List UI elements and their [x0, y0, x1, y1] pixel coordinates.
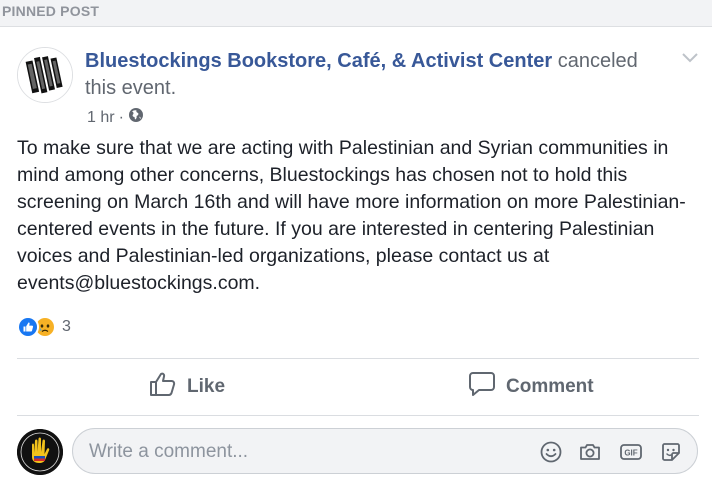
gif-icon[interactable]: GIF: [619, 440, 643, 464]
svg-text:GIF: GIF: [624, 449, 637, 458]
divider: [17, 358, 699, 359]
post-timestamp[interactable]: 1 hr: [87, 109, 115, 127]
comment-label: Comment: [506, 376, 594, 397]
post-meta: 1 hr ·: [87, 107, 144, 128]
comment-composer[interactable]: GIF: [72, 428, 698, 475]
post-card: Bluestockings Bookstore, Café, & Activis…: [0, 26, 712, 488]
bluestockings-logo: [18, 48, 72, 102]
comment-bubble-icon: [468, 371, 496, 403]
like-button[interactable]: Like: [149, 365, 225, 409]
post-headline: Bluestockings Bookstore, Café, & Activis…: [85, 48, 665, 102]
emoji-icon[interactable]: [539, 440, 563, 464]
sticker-icon[interactable]: [659, 440, 683, 464]
reaction-count: 3: [62, 318, 71, 335]
like-reaction-icon: [17, 316, 39, 338]
reactions-summary[interactable]: 3: [17, 316, 71, 338]
page-name-link[interactable]: Bluestockings Bookstore, Café, & Activis…: [85, 50, 552, 72]
meta-separator: ·: [118, 108, 124, 126]
user-avatar[interactable]: [17, 429, 63, 475]
camera-icon[interactable]: [578, 440, 602, 464]
post-options-chevron-icon[interactable]: [680, 51, 700, 65]
comment-input[interactable]: [87, 429, 521, 475]
post-body-text: To make sure that we are acting with Pal…: [17, 137, 686, 294]
pinned-post-label: PINNED POST: [0, 0, 712, 26]
like-label: Like: [187, 376, 226, 397]
divider: [17, 415, 699, 416]
thumbs-up-icon: [149, 371, 177, 403]
page-avatar[interactable]: [17, 47, 73, 103]
comment-button[interactable]: Comment: [468, 365, 594, 409]
globe-icon[interactable]: [128, 107, 144, 128]
